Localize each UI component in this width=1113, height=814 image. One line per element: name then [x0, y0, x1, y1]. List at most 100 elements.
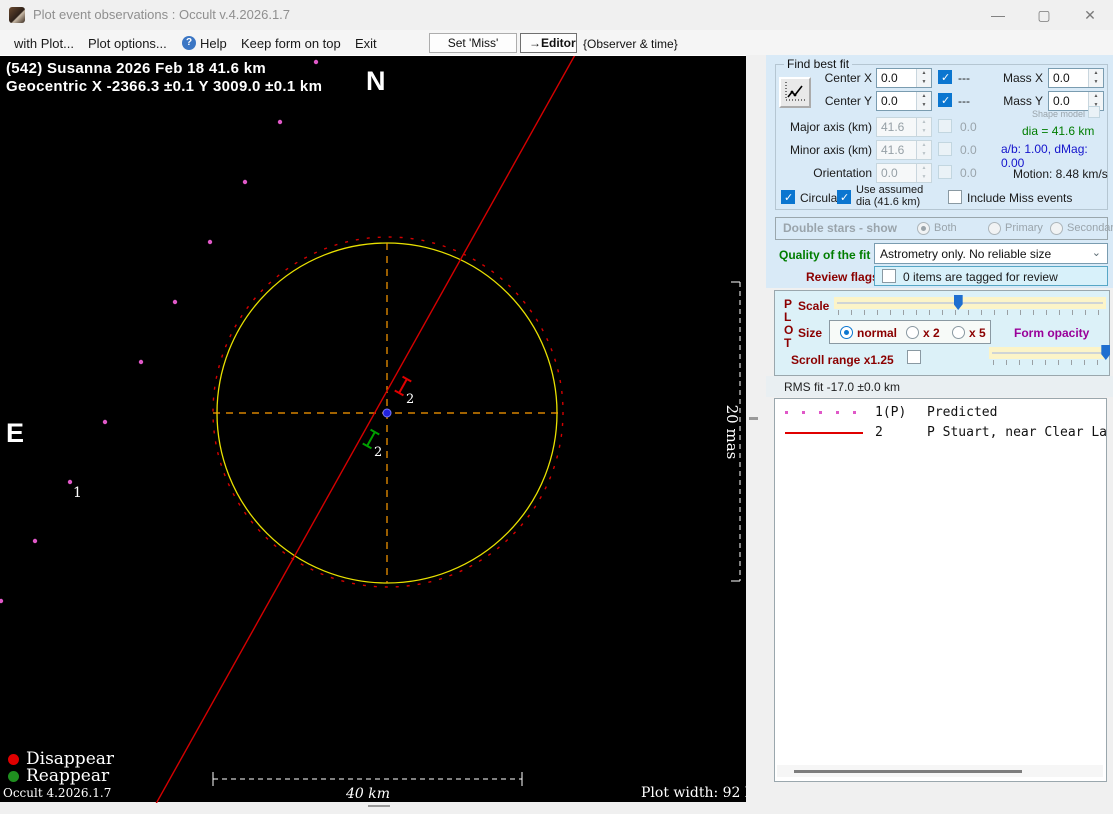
radio-secondary-label: Secondary [1067, 222, 1113, 234]
marker-label: 2 [406, 392, 414, 407]
app-icon [9, 7, 25, 23]
form-opacity-slider[interactable] [989, 347, 1106, 359]
legend-row-id: 2 [875, 425, 883, 440]
opacity-slider-thumb[interactable] [1101, 345, 1110, 360]
scale-slider-thumb[interactable] [954, 295, 963, 310]
scale-label: Scale [798, 299, 829, 313]
radio-secondary [1050, 222, 1063, 235]
up-arrow-icon[interactable]: ▲ [917, 69, 931, 78]
ab-dmag-text: a/b: 1.00, dMag: 0.00 [1001, 142, 1113, 170]
up-arrow-icon[interactable]: ▲ [1089, 69, 1103, 78]
legend-row[interactable]: 1(P)Predicted [775, 405, 1106, 419]
set-miss-times-button[interactable]: Set 'Miss' Times [429, 33, 517, 53]
title-bar: Plot event observations : Occult v.4.202… [0, 0, 1113, 30]
motion-text: Motion: 8.48 km/s [1013, 167, 1108, 181]
legend-row-name: P Stuart, near Clear La [927, 425, 1107, 440]
center-y-spinner[interactable]: 0.0 ▲▼ [876, 91, 932, 111]
horizontal-scrollbar[interactable] [777, 765, 1103, 777]
predicted-point [278, 120, 282, 124]
radio-size-normal-label: normal [857, 326, 897, 340]
predicted-point [139, 360, 143, 364]
minimize-button[interactable]: — [975, 0, 1021, 30]
menu-help[interactable]: Help [196, 34, 231, 53]
predicted-point [314, 60, 318, 64]
predicted-point [208, 240, 212, 244]
scrollbar-thumb[interactable] [794, 770, 1022, 773]
editor-button[interactable]: →Editor [520, 33, 577, 53]
use-assumed-checkbox[interactable] [837, 190, 851, 204]
legend-reappear: Reappear [8, 766, 109, 786]
plot-controls-panel: P L O T Scale Size normal x 2 x 5 Form o… [774, 290, 1110, 376]
radio-size-x2-label: x 2 [923, 326, 940, 340]
menu-exit[interactable]: Exit [351, 34, 381, 53]
slider-ticks [993, 360, 1102, 365]
orientation-checkbox [938, 165, 952, 179]
plot-canvas[interactable]: 22 1 20 mas 40 km Plot width: 92 km (542… [0, 55, 746, 802]
circular-checkbox[interactable] [781, 190, 795, 204]
maximize-button[interactable]: ▢ [1021, 0, 1067, 30]
scroll-range-label: Scroll range x1.25 [791, 353, 894, 367]
radio-size-normal[interactable] [840, 326, 853, 339]
center-x-spinner[interactable]: 0.0 ▲▼ [876, 68, 932, 88]
center-y-value: 0.0 [881, 94, 898, 108]
radio-both [917, 222, 930, 235]
review-flags-field: 0 items are tagged for review [874, 266, 1108, 286]
scroll-range-checkbox[interactable] [907, 350, 921, 364]
review-flags-label: Review flags [806, 270, 879, 284]
major-axis-checkbox [938, 119, 952, 133]
legend-row-name: Predicted [927, 405, 997, 420]
quality-label: Quality of the fit [779, 248, 870, 262]
plot-title: (542) Susanna 2026 Feb 18 41.6 km [6, 60, 266, 77]
scale-slider[interactable] [834, 297, 1106, 309]
down-arrow-icon: ▼ [917, 127, 931, 136]
plot-geocentric: Geocentric X -2366.3 ±0.1 Y 3009.0 ±0.1 … [6, 78, 322, 95]
close-button[interactable]: ✕ [1067, 0, 1113, 30]
radio-primary [988, 222, 1001, 235]
review-flags-checkbox[interactable] [882, 269, 896, 283]
rms-row: RMS fit -17.0 ±0.0 km [766, 376, 1113, 397]
predicted-point [33, 539, 37, 543]
down-arrow-icon[interactable]: ▼ [917, 78, 931, 87]
splitter-grip[interactable] [749, 417, 758, 420]
up-arrow-icon[interactable]: ▲ [1089, 92, 1103, 101]
shape-model-checkbox[interactable] [1088, 106, 1100, 118]
minor-axis-value: 41.6 [881, 143, 904, 157]
mass-x-value: 0.0 [1053, 71, 1070, 85]
major-axis-spinner: 41.6 ▲▼ [876, 117, 932, 137]
up-arrow-icon[interactable]: ▲ [917, 92, 931, 101]
plot-letter-o: O [784, 323, 796, 337]
slider-track [837, 302, 1103, 304]
down-arrow-icon[interactable]: ▼ [917, 101, 931, 110]
menu-keep-on-top[interactable]: Keep form on top [237, 34, 345, 53]
orientation-spinner: 0.0 ▲▼ [876, 163, 932, 183]
menu-plot-options[interactable]: Plot options... [84, 34, 171, 53]
app-window: Plot event observations : Occult v.4.202… [0, 0, 1113, 814]
center-x-dash: --- [958, 71, 970, 85]
east-label: E [6, 418, 24, 449]
observer-time-label[interactable]: {Observer & time} [583, 37, 678, 51]
plot-width-label: Plot width: 92 km [641, 785, 746, 801]
legend-row[interactable]: 2 P Stuart, near Clear La [775, 425, 1106, 439]
center-x-label: Center X [800, 71, 872, 85]
disappear-dot-icon [8, 754, 19, 765]
center-x-value: 0.0 [881, 71, 898, 85]
observer-legend-list[interactable]: 1(P)Predicted 2 P Stuart, near Clear La [774, 398, 1107, 782]
quality-dropdown[interactable]: Astrometry only. No reliable size ⌄ [874, 243, 1108, 264]
center-y-checkbox[interactable] [938, 93, 952, 107]
marker-label: 2 [374, 445, 382, 460]
radio-size-x2[interactable] [906, 326, 919, 339]
window-title: Plot event observations : Occult v.4.202… [33, 7, 290, 22]
radio-size-x5[interactable] [952, 326, 965, 339]
down-arrow-icon[interactable]: ▼ [1089, 78, 1103, 87]
include-miss-label: Include Miss events [967, 191, 1072, 205]
mass-x-spinner[interactable]: 0.0 ▲▼ [1048, 68, 1104, 88]
dotted-line-sample [785, 411, 863, 414]
include-miss-checkbox[interactable] [948, 190, 962, 204]
orientation-value: 0.0 [881, 166, 898, 180]
plot-letter-t: T [784, 336, 796, 350]
use-assumed-label: Use assumed dia (41.6 km) [856, 184, 936, 208]
menu-with-plot[interactable]: with Plot... [10, 34, 78, 53]
reappear-dot-icon [8, 771, 19, 782]
background-window-dash [368, 805, 390, 807]
center-x-checkbox[interactable] [938, 70, 952, 84]
